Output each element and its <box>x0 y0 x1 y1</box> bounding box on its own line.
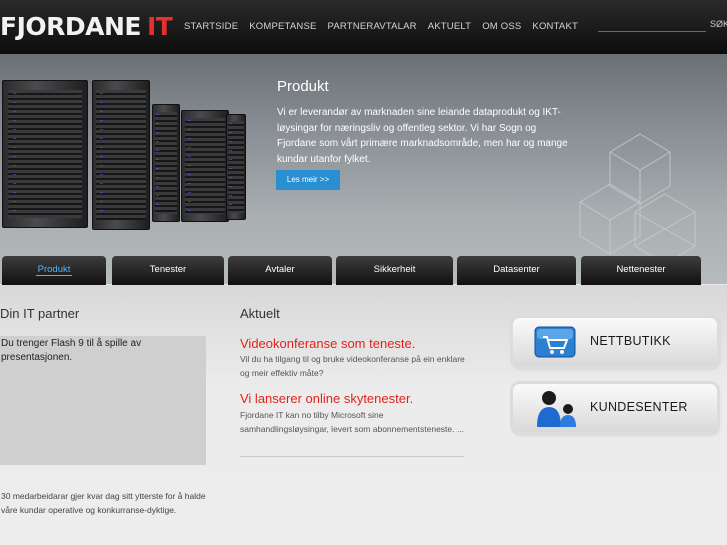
news-item-body: Vil du ha tilgang til og bruke videokonf… <box>240 354 465 378</box>
partner-section-title: Din IT partner <box>0 306 80 321</box>
tab-datasenter[interactable]: Datasenter <box>457 256 576 285</box>
tab-tenester[interactable]: Tenester <box>112 256 224 285</box>
news-item-heading[interactable]: Videokonferanse som teneste. <box>240 336 415 351</box>
nav-item-partneravtalar[interactable]: PARTNERAVTALAR <box>328 21 417 32</box>
news-item-heading[interactable]: Vi lanserer online skytenester. <box>240 391 413 406</box>
kundesenter-link[interactable]: KUNDESENTER <box>513 384 717 432</box>
logo-main: FJORDANE <box>0 12 141 41</box>
divider <box>240 456 464 457</box>
tab-label: Sikkerheit <box>373 264 416 275</box>
partner-description: 30 medarbeidarar gjer kvar dag sitt ytte… <box>1 491 206 515</box>
tab-produkt[interactable]: Produkt <box>2 256 106 285</box>
nav-item-kontakt[interactable]: KONTAKT <box>532 21 578 32</box>
site-header: FJORDANE IT STARTSIDE KOMPETANSE PARTNERA… <box>0 0 727 54</box>
nav-item-kompetanse[interactable]: KOMPETANSE <box>249 21 316 32</box>
read-more-button[interactable]: Les meir >> <box>276 170 340 190</box>
hero-text: Vi er leverandør av marknaden sine leian… <box>277 107 568 165</box>
news-section-title: Aktuelt <box>240 306 280 321</box>
hero-title: Produkt <box>277 78 329 95</box>
main-nav: STARTSIDE KOMPETANSE PARTNERAVTALAR AKTU… <box>184 21 589 32</box>
nav-item-aktuelt[interactable]: AKTUELT <box>428 21 471 32</box>
tab-label: Avtaler <box>265 264 295 275</box>
tab-label: Datasenter <box>493 264 540 275</box>
hero-banner: Produkt Vi er leverandør av marknaden si… <box>0 54 727 284</box>
logo[interactable]: FJORDANE IT <box>0 12 173 41</box>
news-item-body: Fjordane IT kan no tilby Microsoft sine … <box>240 410 464 434</box>
nettbutikk-label: NETTBUTIKK <box>590 334 671 348</box>
logo-accent: IT <box>146 12 173 41</box>
tab-sikkerheit[interactable]: Sikkerheit <box>336 256 453 285</box>
tab-nettenester[interactable]: Nettenester <box>581 256 701 285</box>
tab-label: Nettenester <box>616 264 666 275</box>
main-content: Din IT partner Du trenger Flash 9 til å … <box>0 285 727 545</box>
nettbutikk-link[interactable]: NETTBUTIKK <box>513 318 717 366</box>
tab-label: Produkt <box>35 264 73 276</box>
shopping-cart-icon <box>534 326 576 358</box>
nav-item-startside[interactable]: STARTSIDE <box>184 21 238 32</box>
search-input[interactable] <box>598 14 706 32</box>
tab-avtaler[interactable]: Avtaler <box>228 256 332 285</box>
flash-notice: Du trenger Flash 9 til å spille av prese… <box>1 338 142 363</box>
nav-item-om-oss[interactable]: OM OSS <box>482 21 521 32</box>
search-button[interactable]: SØK <box>710 19 727 29</box>
product-tabs: Produkt Tenester Avtaler Sikkerheit Data… <box>0 256 727 285</box>
tab-label: Tenester <box>149 264 187 275</box>
kundesenter-label: KUNDESENTER <box>590 400 688 414</box>
users-icon <box>537 391 576 427</box>
